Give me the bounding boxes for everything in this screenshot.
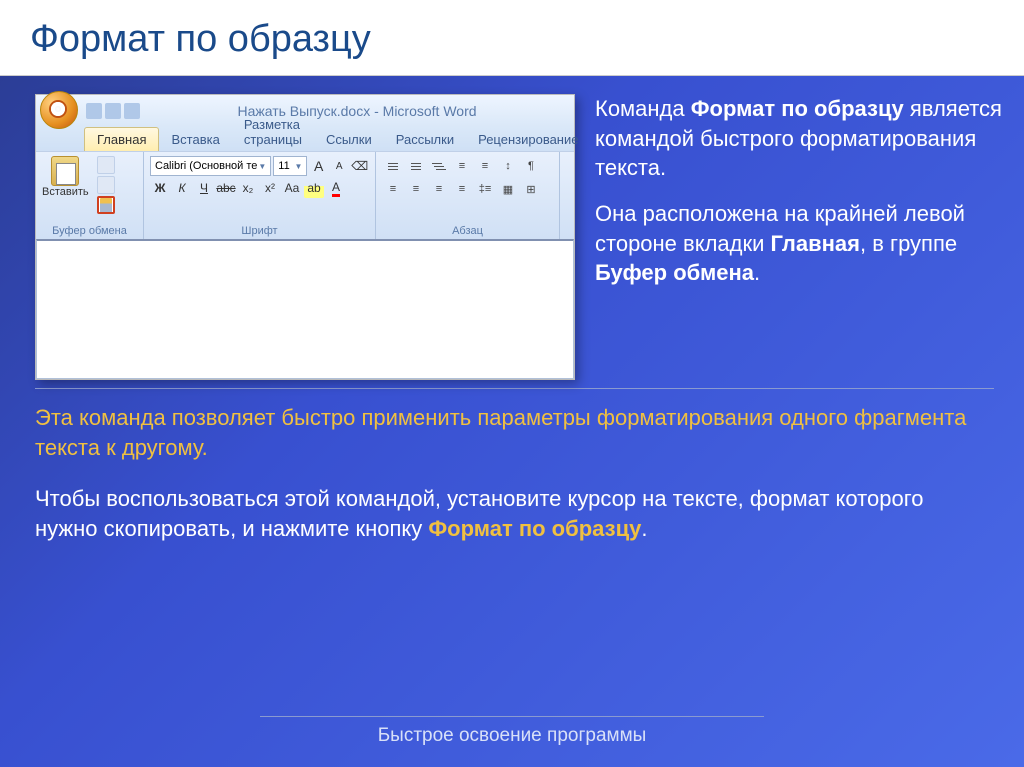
align-right-button[interactable]: ≡	[428, 179, 450, 199]
side-para-2: Она расположена на крайней левой стороне…	[595, 199, 1004, 288]
justify-button[interactable]: ≡	[451, 179, 473, 199]
lower-para-1: Эта команда позволяет быстро применить п…	[35, 403, 989, 462]
superscript-button[interactable]: x²	[260, 178, 280, 198]
lower-description: Эта команда позволяет быстро применить п…	[0, 389, 1024, 544]
document-title: Нажать Выпуск.docx - Microsoft Word	[140, 103, 574, 119]
office-button-icon[interactable]	[40, 91, 78, 129]
word-screenshot: Нажать Выпуск.docx - Microsoft Word Глав…	[35, 94, 575, 380]
paragraph-group: ≡ ≡ ↕ ¶ ≡ ≡ ≡ ≡ ‡≡ ▦ ⊞ Абзац	[376, 152, 560, 239]
tab-layout[interactable]: Разметка страницы	[232, 113, 314, 151]
ribbon: Вставить Буфер обмена	[36, 151, 574, 239]
underline-button[interactable]: Ч	[194, 178, 214, 198]
slide-title: Формат по образцу	[30, 18, 994, 61]
tab-insert[interactable]: Вставка	[159, 128, 231, 151]
font-group-label: Шрифт	[150, 223, 369, 239]
qat-save-icon[interactable]	[86, 103, 102, 119]
grow-font-icon[interactable]: A	[309, 156, 328, 176]
tab-mailings[interactable]: Рассылки	[384, 128, 466, 151]
side-para-1: Команда Формат по образцу является коман…	[595, 94, 1004, 183]
bullets-button[interactable]	[382, 156, 404, 176]
indent-inc-button[interactable]: ≡	[474, 156, 496, 176]
multilevel-button[interactable]	[428, 156, 450, 176]
align-left-button[interactable]: ≡	[382, 179, 404, 199]
show-marks-button[interactable]: ¶	[520, 156, 542, 176]
quick-access-toolbar	[86, 103, 140, 119]
chevron-down-icon: ▼	[258, 162, 266, 171]
italic-button[interactable]: К	[172, 178, 192, 198]
bold-button[interactable]: Ж	[150, 178, 170, 198]
tab-home[interactable]: Главная	[84, 127, 159, 151]
line-spacing-button[interactable]: ‡≡	[474, 179, 496, 199]
font-name-combo[interactable]: Calibri (Основной те ▼	[150, 156, 271, 176]
numbering-button[interactable]	[405, 156, 427, 176]
change-case-button[interactable]: Aa	[282, 178, 302, 198]
align-center-button[interactable]: ≡	[405, 179, 427, 199]
clipboard-group-label: Буфер обмена	[42, 223, 137, 239]
format-painter-button[interactable]	[97, 196, 115, 214]
side-description: Команда Формат по образцу является коман…	[595, 94, 1004, 380]
font-size-combo[interactable]: 11 ▼	[273, 156, 307, 176]
qat-undo-icon[interactable]	[105, 103, 121, 119]
shading-button[interactable]: ▦	[497, 179, 519, 199]
slide-header: Формат по образцу	[0, 0, 1024, 76]
qat-redo-icon[interactable]	[124, 103, 140, 119]
lower-para-2: Чтобы воспользоваться этой командой, уст…	[35, 484, 989, 543]
strike-button[interactable]: abc	[216, 178, 236, 198]
highlight-button[interactable]: ab	[304, 178, 324, 198]
slide-footer: Быстрое освоение программы	[0, 716, 1024, 747]
copy-icon[interactable]	[97, 176, 115, 194]
ribbon-tabs: Главная Вставка Разметка страницы Ссылки…	[36, 127, 574, 151]
font-group: Calibri (Основной те ▼ 11 ▼ A A ⌫ Ж К	[144, 152, 376, 239]
clipboard-group: Вставить Буфер обмена	[36, 152, 144, 239]
shrink-font-icon[interactable]: A	[330, 156, 349, 176]
tab-review[interactable]: Рецензирование	[466, 128, 590, 151]
sort-button[interactable]: ↕	[497, 156, 519, 176]
footer-text: Быстрое освоение программы	[0, 725, 1024, 747]
brush-icon	[100, 198, 112, 212]
font-color-button[interactable]: A	[326, 178, 346, 198]
cut-icon[interactable]	[97, 156, 115, 174]
footer-divider	[260, 716, 764, 717]
indent-dec-button[interactable]: ≡	[451, 156, 473, 176]
paste-icon	[51, 156, 79, 186]
subscript-button[interactable]: x₂	[238, 178, 258, 198]
clear-format-icon[interactable]: ⌫	[350, 156, 369, 176]
paragraph-group-label: Абзац	[382, 223, 553, 239]
paste-label: Вставить	[42, 186, 89, 198]
document-area[interactable]	[36, 239, 574, 379]
borders-button[interactable]: ⊞	[520, 179, 542, 199]
chevron-down-icon: ▼	[294, 162, 302, 171]
content-row: Нажать Выпуск.docx - Microsoft Word Глав…	[0, 76, 1024, 380]
paste-button[interactable]: Вставить	[42, 156, 89, 220]
tab-references[interactable]: Ссылки	[314, 128, 384, 151]
